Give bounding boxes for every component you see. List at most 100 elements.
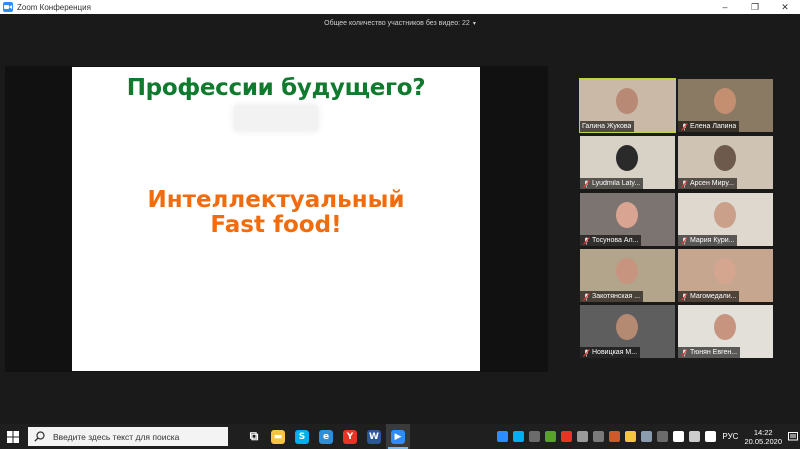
tray-app-icon[interactable]	[576, 431, 588, 442]
participant-face	[616, 258, 638, 284]
participant-face	[616, 88, 638, 114]
windows-logo-icon	[7, 430, 19, 443]
slide-main-line: Интеллектуальный	[147, 187, 405, 213]
muted-mic-icon	[582, 292, 590, 301]
participant-face	[616, 314, 638, 340]
participant-name: Магомедали...	[690, 293, 737, 300]
participant-label: Lyudmila Laty...	[580, 178, 644, 189]
notification-icon	[788, 431, 798, 440]
participant-label: Тюнян Евген...	[678, 347, 741, 358]
task-view-icon: ⧉	[249, 429, 259, 443]
participant-tile[interactable]: Тюнян Евген...	[678, 305, 773, 358]
tray-app-icon[interactable]	[544, 431, 556, 442]
participant-name: Елена Лапина	[690, 123, 737, 130]
minimize-button[interactable]: –	[710, 0, 740, 14]
tray-app-icon[interactable]	[560, 431, 572, 442]
clock-date: 20.05.2020	[744, 436, 782, 446]
taskbar-app-edge[interactable]: e	[314, 424, 338, 449]
participant-tile[interactable]: Елена Лапина	[678, 79, 773, 132]
participant-name: Тосунова Ал...	[592, 237, 639, 244]
slide-main-text: Интеллектуальный Fast food!	[72, 188, 480, 238]
participant-name: Новицкая М...	[592, 349, 638, 356]
participant-face	[616, 202, 638, 228]
participant-label: Галина Жукова	[580, 121, 635, 132]
participant-face	[714, 145, 736, 171]
tray-app-icon[interactable]	[512, 431, 524, 442]
search-icon	[34, 430, 48, 444]
tray-app-icon[interactable]	[672, 431, 684, 442]
participants-count-text: Общее количество участников без видео: 2…	[324, 19, 470, 27]
taskbar-search-box[interactable]: Введите здесь текст для поиска	[28, 427, 228, 446]
language-indicator[interactable]: РУС	[722, 432, 738, 441]
muted-mic-icon	[582, 348, 590, 357]
edge-icon: e	[319, 429, 333, 444]
participant-tile[interactable]: Закотянская ...	[580, 249, 675, 302]
tray-app-icon[interactable]	[624, 431, 636, 442]
yandex-browser-icon: Y	[343, 429, 357, 444]
window-controls: – ❐ ✕	[710, 0, 800, 14]
search-placeholder: Введите здесь текст для поиска	[53, 431, 180, 442]
skype-icon: S	[295, 429, 309, 444]
participant-label: Тосунова Ал...	[580, 235, 642, 246]
participant-tile[interactable]: Арсен Миру...	[678, 136, 773, 189]
muted-mic-icon	[582, 236, 590, 245]
system-tray: РУС 14:22 20.05.2020	[494, 424, 800, 449]
taskbar-app-file-explorer[interactable]: ▬	[266, 424, 290, 449]
tray-app-icon[interactable]	[528, 431, 540, 442]
participant-face	[616, 145, 638, 171]
participant-name: Закотянская ...	[592, 293, 641, 300]
file-explorer-icon: ▬	[271, 429, 285, 444]
participant-face	[714, 202, 736, 228]
taskbar-app-task-view[interactable]: ⧉	[242, 424, 266, 449]
participant-label: Закотянская ...	[580, 291, 644, 302]
participant-tile[interactable]: Тосунова Ал...	[580, 193, 675, 246]
participant-tile[interactable]: Галина Жукова	[579, 78, 676, 133]
maximize-button[interactable]: ❐	[740, 0, 770, 14]
presentation-slide: Профессии будущего? Интеллектуальный Fas…	[72, 67, 480, 371]
taskbar-app-word[interactable]: W	[362, 424, 386, 449]
slide-main-line: Fast food!	[210, 212, 342, 238]
participant-face	[714, 314, 736, 340]
tray-app-icon[interactable]	[592, 431, 604, 442]
chevron-down-icon: ▾	[472, 20, 476, 27]
tray-app-icon[interactable]	[496, 431, 508, 442]
participant-label: Арсен Миру...	[678, 178, 737, 189]
participant-label: Новицкая М...	[580, 347, 641, 358]
tray-app-icon[interactable]	[640, 431, 652, 442]
tray-app-icon[interactable]	[688, 431, 700, 442]
muted-mic-icon	[680, 236, 688, 245]
participant-tile[interactable]: Мария Кури...	[678, 193, 773, 246]
taskbar-apps: ⧉ ▬ Se Y W ▶	[242, 424, 410, 449]
start-button[interactable]	[0, 424, 26, 449]
clock[interactable]: 14:22 20.05.2020	[744, 428, 782, 446]
muted-mic-icon	[680, 179, 688, 188]
participant-label: Мария Кури...	[678, 235, 738, 246]
windows-taskbar: Введите здесь текст для поиска ⧉ ▬ Se Y W ▶ Р…	[0, 424, 800, 449]
notification-center-button[interactable]	[786, 424, 800, 449]
participant-face	[714, 88, 736, 114]
zoom-app-icon	[3, 2, 13, 12]
muted-mic-icon	[680, 122, 688, 131]
tray-app-icon[interactable]	[608, 431, 620, 442]
taskbar-app-skype[interactable]: S	[290, 424, 314, 449]
participant-name: Галина Жукова	[582, 123, 632, 130]
muted-mic-icon	[680, 292, 688, 301]
participant-name: Арсен Миру...	[690, 180, 734, 187]
participant-tile[interactable]: Новицкая М...	[580, 305, 675, 358]
participant-name: Мария Кури...	[690, 237, 735, 244]
tray-app-icon[interactable]	[656, 431, 668, 442]
participant-gallery: Галина Жукова Елена Лапина Lyudmila Laty..…	[579, 78, 775, 363]
participant-face	[714, 258, 736, 284]
zoom-icon: ▶	[391, 429, 405, 444]
taskbar-app-zoom[interactable]: ▶	[386, 424, 410, 449]
close-button[interactable]: ✕	[770, 0, 800, 14]
muted-mic-icon	[582, 179, 590, 188]
participant-tile[interactable]: Магомедали...	[678, 249, 773, 302]
taskbar-app-yandex-browser[interactable]: Y	[338, 424, 362, 449]
tray-app-icon[interactable]	[704, 431, 716, 442]
participant-name: Тюнян Евген...	[690, 349, 738, 356]
participant-tile[interactable]: Lyudmila Laty...	[580, 136, 675, 189]
participant-label: Елена Лапина	[678, 121, 740, 132]
participant-label: Магомедали...	[678, 291, 740, 302]
participants-info-dropdown[interactable]: Общее количество участников без видео: 2…	[0, 14, 800, 32]
